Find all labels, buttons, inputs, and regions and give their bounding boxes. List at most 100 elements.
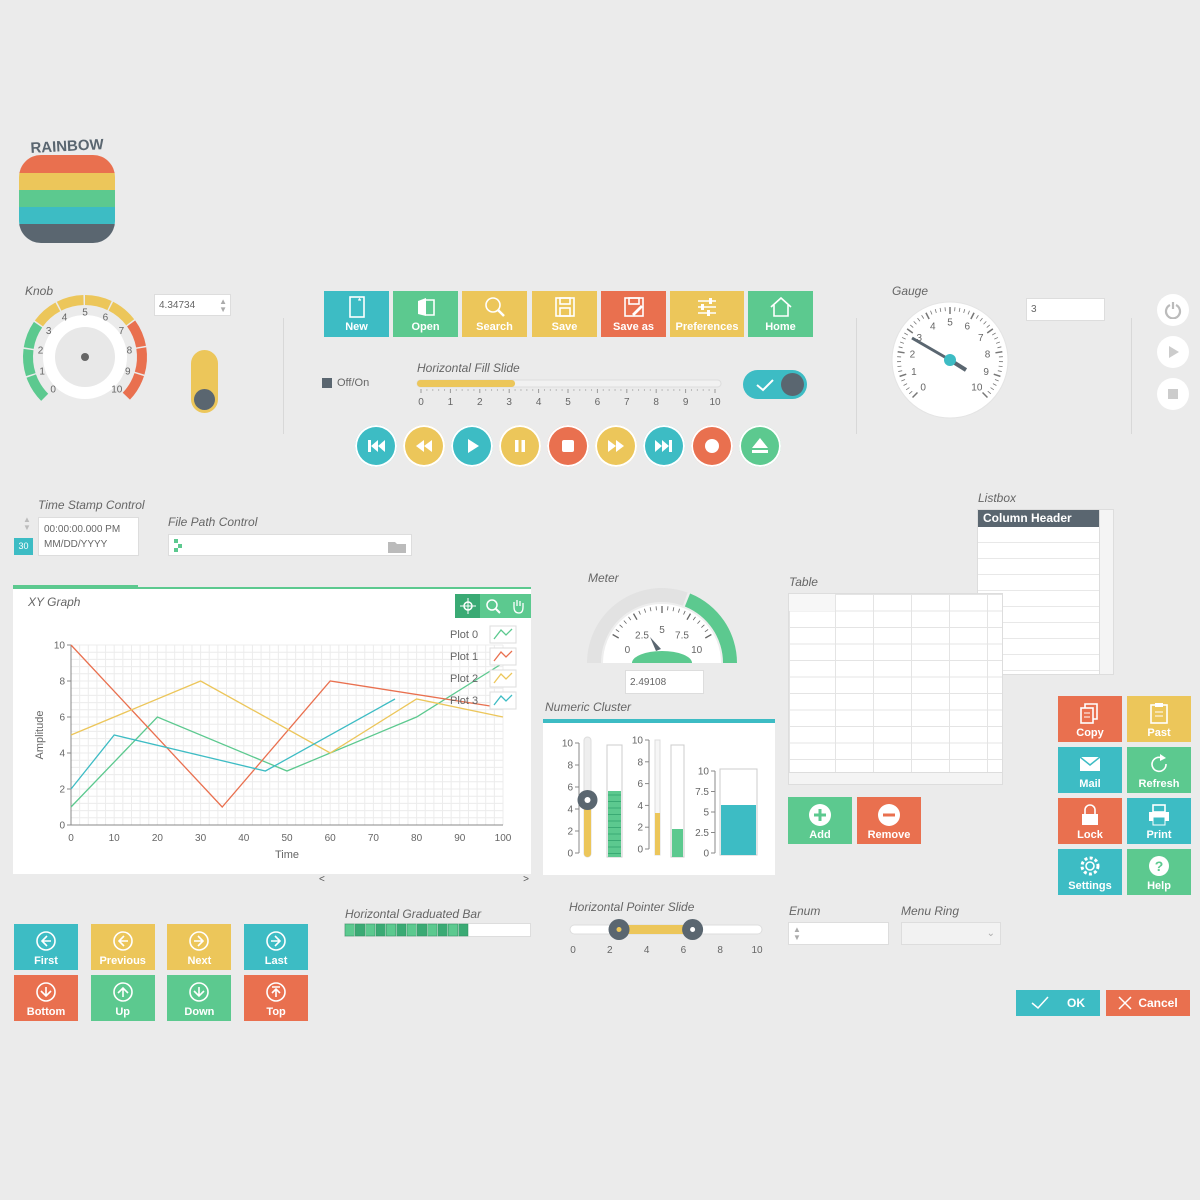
skip-forward-icon xyxy=(655,440,672,452)
xy-graph-scrollbar[interactable]: < > xyxy=(317,874,531,888)
ok-button[interactable]: OK xyxy=(1016,990,1100,1016)
fast-forward-button[interactable] xyxy=(595,425,637,467)
print-button[interactable]: Print xyxy=(1127,798,1191,844)
stop-button-small[interactable] xyxy=(1157,378,1189,410)
skip-back-button[interactable] xyxy=(355,425,397,467)
spin-arrows-icon[interactable]: ▲ ▼ xyxy=(219,298,227,314)
first-button[interactable]: First xyxy=(14,924,78,970)
toolbar-preferences-button[interactable]: Preferences xyxy=(670,291,744,337)
legend-swatch[interactable] xyxy=(489,669,517,688)
down-button[interactable]: Down xyxy=(167,975,232,1021)
copy-button[interactable]: Copy xyxy=(1058,696,1122,742)
toggle-knob xyxy=(194,389,215,410)
pause-button[interactable] xyxy=(499,425,541,467)
listbox-column-header[interactable]: Column Header xyxy=(978,510,1100,527)
legend-swatch[interactable] xyxy=(489,625,517,644)
lock-button[interactable]: Lock xyxy=(1058,798,1122,844)
play-button[interactable] xyxy=(451,425,493,467)
legend-swatch[interactable] xyxy=(489,691,517,710)
toolbar-save-as-button[interactable]: Save as xyxy=(601,291,666,337)
browse-folder-icon[interactable] xyxy=(387,538,407,554)
timestamp-field[interactable]: 00:00:00.000 PM MM/DD/YYYY xyxy=(38,517,139,556)
cancel-button[interactable]: Cancel xyxy=(1106,990,1190,1016)
table-hscrollbar[interactable] xyxy=(789,772,1002,784)
help-button[interactable]: ? Help xyxy=(1127,849,1191,895)
knob[interactable]: 01 234 5 678 910 xyxy=(18,295,158,425)
lock-icon xyxy=(1082,804,1098,825)
toolbar-save-button[interactable]: Save xyxy=(532,291,597,337)
next-button[interactable]: Next xyxy=(167,924,232,970)
graduated-segment xyxy=(448,923,458,937)
skip-forward-button[interactable] xyxy=(643,425,685,467)
past-button[interactable]: Past xyxy=(1127,696,1191,742)
legend-label: Plot 3 xyxy=(450,695,478,707)
listbox-row[interactable] xyxy=(978,559,1100,575)
table-label: Table xyxy=(789,575,818,589)
hfill-tick-label: 10 xyxy=(709,397,721,408)
toolbar-search-button[interactable]: Search xyxy=(462,291,527,337)
timestamp-label: Time Stamp Control xyxy=(38,498,145,512)
knob-tick-label: 8 xyxy=(127,345,133,356)
cluster-tick-label: 8 xyxy=(567,761,573,772)
eject-button[interactable] xyxy=(739,425,781,467)
gear-icon xyxy=(1080,856,1100,876)
toolbar-open-button[interactable]: Open xyxy=(393,291,458,337)
toolbar-home-button[interactable]: Home xyxy=(748,291,813,337)
power-button[interactable] xyxy=(1157,294,1189,326)
scroll-left-icon[interactable]: < xyxy=(319,874,325,885)
menu-ring[interactable]: ⌄ xyxy=(901,922,1001,945)
horizontal-pointer-slide[interactable]: 0 2 4 6 8 10 xyxy=(566,916,768,958)
last-button[interactable]: Last xyxy=(244,924,309,970)
listbox-row[interactable] xyxy=(978,543,1100,559)
listbox-scrollbar[interactable] xyxy=(1099,510,1113,674)
arrow-down-icon xyxy=(189,982,210,1002)
pointer-tick-label: 2 xyxy=(607,945,613,956)
horizontal-fill-slide[interactable]: 0 1 2 3 4 5 6 7 8 9 10 xyxy=(413,375,725,410)
rewind-button[interactable] xyxy=(403,425,445,467)
enum-spin-icon[interactable]: ▲ ▼ xyxy=(793,925,801,942)
arrow-left-icon xyxy=(112,931,133,951)
off-on-checkbox[interactable]: Off/On xyxy=(322,377,369,389)
bottom-button[interactable]: Bottom xyxy=(14,975,78,1021)
xy-graph[interactable]: XY Graph 0 10 20 30 40 50 60 70 80 90 100 0 2 4 6 8 10 Ti… xyxy=(13,589,531,885)
play-icon xyxy=(468,439,479,453)
add-button[interactable]: Add xyxy=(788,797,852,844)
gauge-value-field[interactable]: 3 xyxy=(1026,298,1105,321)
play-button-small[interactable] xyxy=(1157,336,1189,368)
hfill-tick-label: 6 xyxy=(595,397,601,408)
pointer-tick-label: 6 xyxy=(681,945,687,956)
chevron-down-icon: ⌄ xyxy=(986,928,995,939)
search-icon xyxy=(484,297,505,317)
checkbox-box[interactable] xyxy=(322,378,332,388)
mail-button[interactable]: Mail xyxy=(1058,747,1122,793)
filepath-field[interactable] xyxy=(168,534,412,556)
scroll-right-icon[interactable]: > xyxy=(523,874,529,885)
top-button[interactable]: Top xyxy=(244,975,309,1021)
calendar-icon[interactable]: 30 xyxy=(14,538,33,555)
vertical-toggle[interactable] xyxy=(191,350,218,413)
remove-button[interactable]: Remove xyxy=(857,797,921,844)
refresh-button[interactable]: Refresh xyxy=(1127,747,1191,793)
listbox-row[interactable] xyxy=(978,575,1100,591)
x-tick-label: 40 xyxy=(238,833,250,844)
on-off-switch[interactable] xyxy=(743,370,807,399)
hpointer-label: Horizontal Pointer Slide xyxy=(569,900,695,914)
enum-control[interactable]: ▲ ▼ xyxy=(788,922,889,945)
enum-label: Enum xyxy=(789,904,821,918)
table[interactable] xyxy=(788,593,1003,785)
stop-button[interactable] xyxy=(547,425,589,467)
toolbar-new-button[interactable]: * New xyxy=(324,291,389,337)
knob-value-field[interactable]: 4.34734 ▲ ▼ xyxy=(154,294,231,316)
numeric-cluster[interactable]: 0 2 4 6 8 10 0 2 4 6 8 10 0 2.5 5 7.5 10 xyxy=(543,723,775,875)
record-button[interactable] xyxy=(691,425,733,467)
meter-value-field[interactable]: 2.49108 xyxy=(625,670,704,694)
x-tick-label: 90 xyxy=(454,833,466,844)
record-icon xyxy=(705,439,719,453)
listbox-row[interactable] xyxy=(978,527,1100,543)
legend-swatch[interactable] xyxy=(489,647,517,666)
x-axis-label: Time xyxy=(275,849,299,861)
previous-button[interactable]: Previous xyxy=(90,924,155,970)
timestamp-spin-icon[interactable]: ▲ ▼ xyxy=(23,516,31,532)
up-button[interactable]: Up xyxy=(90,975,155,1021)
settings-button[interactable]: Settings xyxy=(1058,849,1122,895)
